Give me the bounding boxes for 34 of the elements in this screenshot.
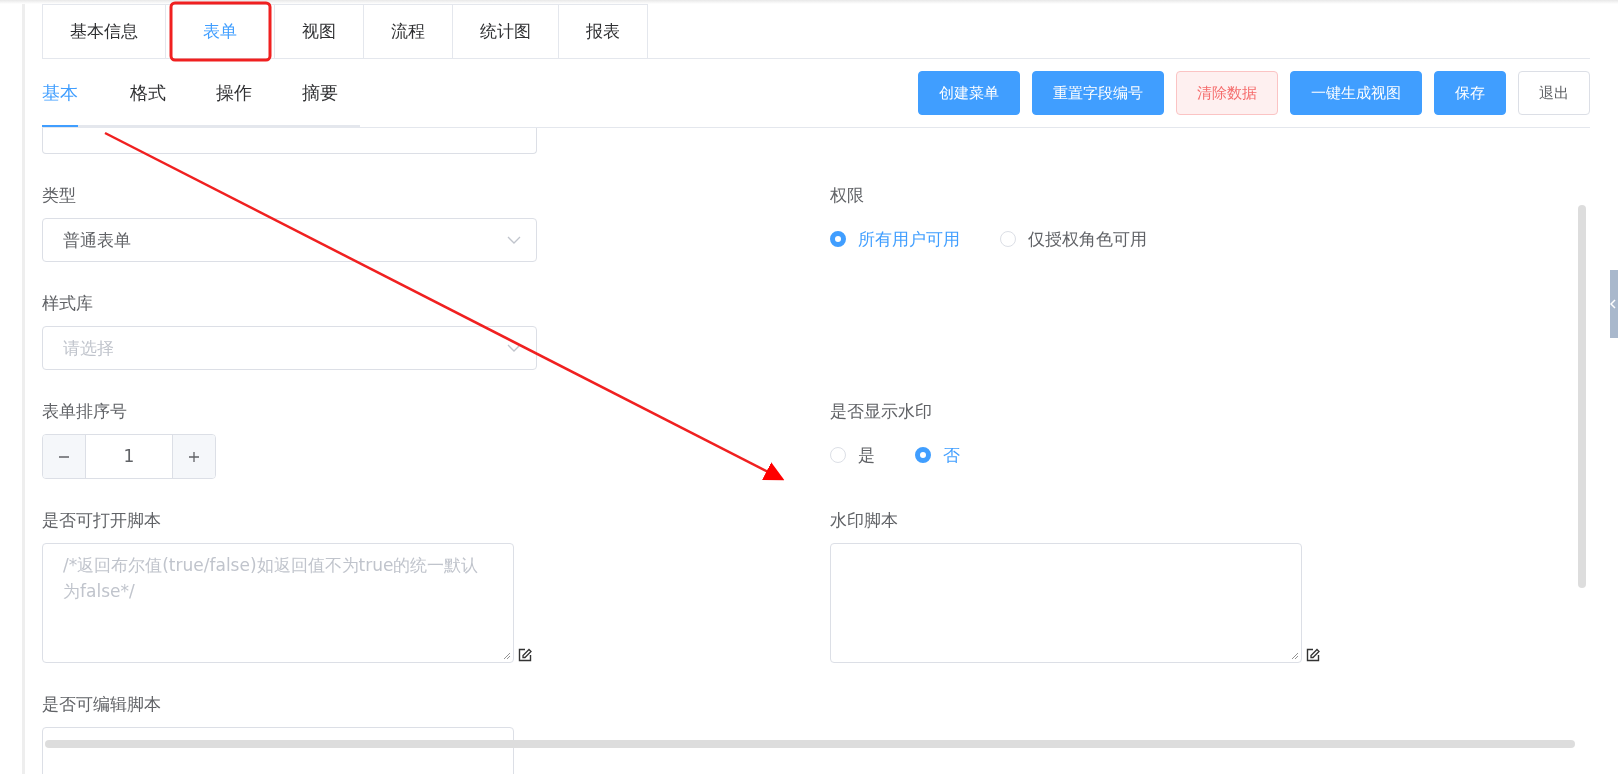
tab[interactable]: 基本信息	[42, 4, 166, 58]
number-input[interactable]: 1	[42, 434, 216, 479]
edit-icon[interactable]	[518, 648, 532, 662]
minus-button[interactable]	[43, 435, 86, 478]
field-label: 权限	[830, 184, 865, 206]
collapse-handle[interactable]	[1610, 270, 1618, 338]
number-value: 1	[122, 445, 136, 468]
plus-button[interactable]	[172, 435, 215, 478]
field-label: 样式库	[42, 292, 94, 314]
tab[interactable]: 摘要	[302, 73, 360, 127]
radio-option[interactable]: 是	[830, 443, 875, 467]
field-label: 水印脚本	[830, 509, 899, 531]
field-label: 是否显示水印	[830, 400, 933, 422]
toolbar-button[interactable]: 退出	[1518, 71, 1590, 115]
field-label: 是否可编辑脚本	[42, 693, 162, 715]
field-label: 是否可打开脚本	[42, 509, 162, 531]
select-placeholder: 请选择	[63, 336, 114, 360]
field-label: 类型	[42, 184, 77, 206]
vertical-scrollbar[interactable]	[1578, 205, 1586, 588]
field-label: 表单排序号	[42, 400, 128, 422]
resize-grip-icon[interactable]	[503, 652, 511, 660]
input-field[interactable]	[42, 128, 537, 154]
tab[interactable]: 格式	[130, 73, 216, 127]
edit-icon[interactable]	[1306, 648, 1320, 662]
chevron-down-icon	[507, 344, 521, 352]
horizontal-scrollbar[interactable]	[45, 740, 1575, 748]
tab[interactable]: 操作	[216, 73, 302, 127]
radio-option[interactable]: 仅授权角色可用	[1000, 227, 1147, 251]
plus-icon	[188, 450, 200, 463]
select-field[interactable]: 普通表单	[42, 218, 537, 262]
select-value: 普通表单	[63, 228, 131, 252]
tab[interactable]: 报表	[558, 4, 648, 58]
resize-grip-icon[interactable]	[1291, 652, 1299, 660]
chevron-down-icon	[507, 236, 521, 244]
